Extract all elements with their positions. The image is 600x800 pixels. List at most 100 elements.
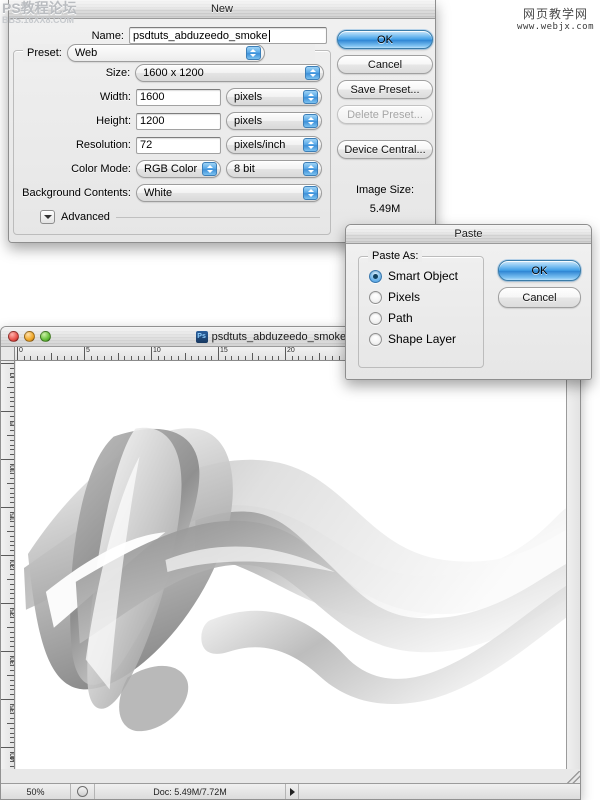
preset-value: Web bbox=[74, 47, 98, 59]
resolution-input[interactable]: 72 bbox=[136, 136, 221, 154]
resolution-unit-popup[interactable]: pixels/inch bbox=[226, 136, 322, 154]
ruler-tick-major bbox=[218, 347, 219, 360]
new-dialog-title: New bbox=[210, 3, 233, 15]
ruler-tick-minor bbox=[184, 353, 186, 360]
window-controls[interactable] bbox=[1, 331, 51, 342]
height-input[interactable]: 1200 bbox=[136, 112, 221, 130]
radio-path-icon[interactable] bbox=[369, 311, 382, 325]
radio-pixels-icon[interactable] bbox=[369, 290, 382, 304]
resolution-unit-stepper-icon[interactable] bbox=[303, 138, 318, 152]
ruler-tick-minor bbox=[10, 751, 14, 753]
ruler-tick-minor bbox=[10, 622, 14, 624]
new-dialog-titlebar: New bbox=[9, 0, 435, 19]
radio-path-label: Path bbox=[388, 311, 413, 325]
background-contents-popup[interactable]: White bbox=[136, 184, 322, 202]
paste-cancel-button[interactable]: Cancel bbox=[498, 287, 581, 308]
preset-stepper-icon[interactable] bbox=[245, 46, 261, 60]
save-preset-button[interactable]: Save Preset... bbox=[337, 80, 433, 99]
width-input[interactable]: 1600 bbox=[136, 88, 221, 106]
ruler-tick-minor bbox=[10, 766, 14, 768]
bit-depth-popup[interactable]: 8 bit bbox=[226, 160, 322, 178]
vertical-ruler[interactable]: 0510152025303540 bbox=[1, 361, 15, 769]
vertical-scrollbar[interactable] bbox=[566, 361, 580, 769]
status-menu-arrow-icon[interactable] bbox=[285, 784, 299, 799]
ruler-tick-minor bbox=[7, 579, 14, 580]
ruler-tick-minor bbox=[10, 559, 14, 561]
size-stepper-icon[interactable] bbox=[305, 66, 320, 80]
height-unit-popup[interactable]: pixels bbox=[226, 112, 322, 130]
zoom-level[interactable]: 50% bbox=[1, 784, 71, 799]
device-central-button[interactable]: Device Central... bbox=[337, 140, 433, 159]
ruler-tick-minor bbox=[43, 356, 45, 360]
ruler-tick-minor bbox=[177, 356, 179, 360]
ruler-tick-minor bbox=[37, 356, 39, 360]
ruler-tick-minor bbox=[157, 356, 159, 360]
ruler-tick-minor bbox=[10, 439, 14, 441]
advanced-row[interactable]: Advanced bbox=[40, 210, 324, 224]
width-label: Width: bbox=[99, 91, 131, 103]
delete-preset-button: Delete Preset... bbox=[337, 105, 433, 124]
ruler-tick-minor bbox=[50, 353, 52, 360]
name-input[interactable]: psdtuts_abduzeedo_smoke bbox=[129, 27, 327, 44]
ruler-tick-minor bbox=[10, 660, 14, 662]
cancel-button[interactable]: Cancel bbox=[337, 55, 433, 74]
width-unit-stepper-icon[interactable] bbox=[303, 90, 318, 104]
color-mode-stepper-icon[interactable] bbox=[202, 162, 217, 176]
ruler-tick-minor bbox=[251, 353, 253, 360]
preset-label: Preset: bbox=[27, 47, 62, 59]
ruler-tick-minor bbox=[130, 356, 132, 360]
canvas[interactable] bbox=[16, 361, 566, 769]
ruler-tick-minor bbox=[10, 444, 14, 446]
bit-depth-stepper-icon[interactable] bbox=[303, 162, 318, 176]
background-contents-stepper-icon[interactable] bbox=[303, 186, 318, 200]
ruler-tick-minor bbox=[278, 356, 280, 360]
ruler-tick-minor bbox=[10, 487, 14, 489]
paste-ok-button[interactable]: OK bbox=[498, 260, 581, 281]
ruler-tick-minor bbox=[77, 356, 79, 360]
height-unit-stepper-icon[interactable] bbox=[303, 114, 318, 128]
minimize-icon[interactable] bbox=[24, 331, 35, 342]
ruler-tick-major bbox=[1, 507, 14, 508]
radio-shape-layer[interactable]: Shape Layer bbox=[369, 332, 475, 346]
ruler-tick-minor bbox=[97, 356, 99, 360]
height-unit-value: pixels bbox=[234, 115, 263, 127]
size-popup[interactable]: 1600 x 1200 bbox=[135, 64, 324, 82]
zoom-icon[interactable] bbox=[40, 331, 51, 342]
ruler-tick-minor bbox=[10, 689, 14, 691]
ruler-tick-minor bbox=[10, 607, 14, 609]
ok-button[interactable]: OK bbox=[337, 30, 433, 49]
color-mode-popup[interactable]: RGB Color bbox=[136, 160, 221, 178]
new-document-dialog[interactable]: New Name: psdtuts_abduzeedo_smoke Preset… bbox=[8, 0, 436, 243]
ruler-tick-minor bbox=[10, 526, 14, 528]
document-window[interactable]: Ps psdtuts_abduzeedo_smoke @ 50% 0 5 10 15 2… bbox=[0, 326, 581, 800]
ruler-tick-minor bbox=[10, 756, 14, 758]
ruler-tick-minor bbox=[10, 516, 14, 518]
new-dialog-actions: OK Cancel Save Preset... Delete Preset..… bbox=[331, 27, 433, 242]
ruler-tick-minor bbox=[10, 588, 14, 590]
ruler-tick-minor bbox=[7, 387, 14, 388]
ruler-tick-minor bbox=[10, 372, 14, 374]
radio-path[interactable]: Path bbox=[369, 311, 475, 325]
ruler-tick-minor bbox=[10, 430, 14, 432]
ruler-tick-minor bbox=[164, 356, 166, 360]
ruler-tick-minor bbox=[10, 732, 14, 734]
new-dialog-body: Name: psdtuts_abduzeedo_smoke Preset: We… bbox=[9, 19, 435, 242]
radio-shape-layer-icon[interactable] bbox=[369, 332, 382, 346]
radio-smart-object[interactable]: Smart Object bbox=[369, 269, 475, 283]
width-unit-popup[interactable]: pixels bbox=[226, 88, 322, 106]
radio-smart-object-icon[interactable] bbox=[369, 269, 382, 283]
ruler-tick-minor bbox=[10, 492, 14, 494]
close-icon[interactable] bbox=[8, 331, 19, 342]
bit-depth-value: 8 bit bbox=[234, 163, 255, 175]
preview-icon[interactable] bbox=[71, 784, 95, 799]
paste-dialog[interactable]: Paste Paste As: Smart Object Pixels Path bbox=[345, 224, 592, 380]
preset-popup[interactable]: Web bbox=[66, 44, 265, 62]
radio-pixels-label: Pixels bbox=[388, 290, 421, 304]
smoke-artwork bbox=[16, 361, 566, 769]
radio-pixels[interactable]: Pixels bbox=[369, 290, 475, 304]
paste-as-group: Paste As: Smart Object Pixels Path Shape… bbox=[358, 250, 484, 368]
chevron-down-icon[interactable] bbox=[40, 210, 55, 224]
ruler-tick-minor bbox=[224, 356, 226, 360]
ruler-tick-minor bbox=[10, 598, 14, 600]
ruler-tick-minor bbox=[10, 415, 14, 417]
